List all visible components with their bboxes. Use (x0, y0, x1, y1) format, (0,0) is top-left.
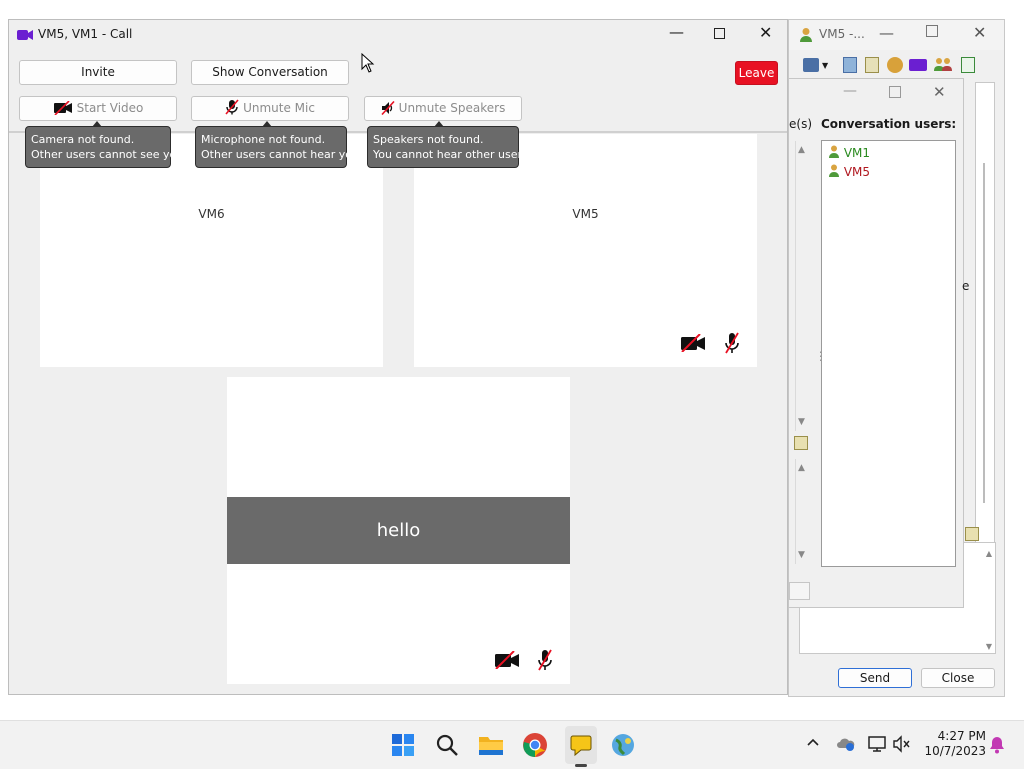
partial-button[interactable] (789, 582, 810, 600)
send-button[interactable]: Send (838, 668, 912, 688)
video-off-icon (680, 333, 706, 355)
edit-icon[interactable] (794, 436, 808, 450)
clock[interactable]: 4:27 PM 10/7/2023 (920, 729, 986, 759)
scroll-up-icon[interactable]: ▲ (986, 549, 992, 558)
mouse-cursor-icon (361, 52, 375, 76)
video-tile-vm5: VM5 (414, 134, 757, 367)
maximize-icon[interactable] (889, 86, 901, 98)
speaker-off-icon (381, 100, 395, 116)
overlay-message: hello (227, 497, 570, 564)
windows-start-icon[interactable] (389, 731, 417, 759)
scroll-down-icon[interactable]: ▼ (986, 642, 992, 651)
mic-tooltip: Microphone not found. Other users cannot… (195, 121, 363, 168)
close-icon[interactable]: ✕ (759, 23, 772, 42)
video-camera-icon (17, 29, 33, 44)
taskbar: 4:27 PM 10/7/2023 (0, 720, 1024, 769)
add-contact-icon[interactable] (865, 57, 879, 73)
close-button[interactable]: Close (921, 668, 995, 688)
clock-date: 10/7/2023 (924, 744, 986, 758)
notification-bell-icon[interactable] (989, 736, 1005, 757)
onedrive-icon[interactable] (836, 736, 856, 755)
window-title: VM5, VM1 - Call (38, 27, 133, 41)
scroll-up-icon[interactable]: ▲ (798, 145, 805, 155)
unmute-speakers-label: Unmute Speakers (398, 101, 506, 115)
mic-off-icon (225, 99, 239, 115)
conversation-users-header: Conversation users: (821, 117, 957, 131)
partial-label: e(s) (789, 117, 812, 131)
maximize-icon[interactable] (714, 28, 725, 39)
speaker-muted-icon[interactable] (893, 735, 911, 756)
user-icon (829, 145, 839, 158)
left-scrollbar[interactable]: ▲ ▼ (795, 141, 811, 431)
start-video-label: Start Video (76, 101, 144, 115)
active-app-indicator (575, 764, 587, 767)
messenger-title: VM5 -... (819, 27, 865, 41)
minimize-icon[interactable]: — (879, 24, 894, 42)
monitor-icon[interactable] (868, 735, 886, 756)
close-icon[interactable]: ✕ (973, 23, 986, 42)
maximize-icon[interactable] (926, 25, 938, 37)
video-tile-vm6: VM6 (40, 134, 383, 367)
chevron-down-icon[interactable]: ▼ (822, 61, 828, 70)
tooltip-line: You cannot hear other users. (373, 148, 532, 161)
minimize-icon[interactable]: — (669, 23, 684, 41)
user-icon (799, 27, 813, 46)
settings-icon[interactable] (887, 57, 903, 73)
tooltip-line: Microphone not found. (201, 133, 326, 146)
video-off-icon (494, 650, 520, 672)
tile-participant-name: VM5 (572, 207, 599, 221)
leave-button[interactable]: Leave (735, 61, 778, 85)
camera-tooltip: Camera not found. Other users cannot see… (25, 121, 187, 168)
search-icon[interactable] (433, 731, 461, 759)
network-globe-icon[interactable] (609, 731, 637, 759)
left-scrollbar-lower[interactable]: ▲ ▼ (795, 459, 811, 564)
chevron-up-icon[interactable] (806, 735, 820, 753)
messenger-app-icon[interactable] (565, 726, 597, 764)
unmute-speakers-button[interactable]: Unmute Speakers (364, 96, 522, 121)
status-icon[interactable] (803, 58, 819, 72)
scrollbar-thumb[interactable] (983, 163, 985, 503)
minimize-icon[interactable]: — (843, 83, 857, 99)
tile-participant-name: VM6 (198, 207, 225, 221)
mic-off-icon (724, 332, 740, 357)
chrome-icon[interactable] (521, 731, 549, 759)
show-conversation-button[interactable]: Show Conversation (191, 60, 349, 85)
tooltip-line: Other users cannot see you. (31, 148, 187, 161)
mic-off-icon (537, 649, 553, 674)
speakers-tooltip: Speakers not found. You cannot hear othe… (367, 121, 532, 168)
user-name: VM1 (843, 146, 871, 160)
user-name: VM5 (843, 165, 871, 179)
conversation-users-window: — ✕ e(s) ▲ ▼ ⋮ ▲ ▼ Conversation users: V… (788, 78, 964, 608)
tooltip-line: Other users cannot hear you. (201, 148, 363, 161)
close-icon[interactable]: ✕ (933, 83, 946, 101)
user-icon (829, 164, 839, 177)
video-call-icon[interactable] (909, 59, 927, 71)
conversation-users-list: VM1 VM5 (821, 140, 956, 567)
tooltip-line: Camera not found. (31, 133, 135, 146)
exit-icon[interactable] (961, 57, 975, 73)
video-tile-self: hello (227, 377, 570, 684)
scroll-down-icon[interactable]: ▼ (798, 417, 805, 427)
video-off-icon (53, 100, 72, 116)
edit-icon[interactable] (965, 527, 979, 541)
unmute-mic-label: Unmute Mic (243, 101, 315, 115)
scroll-up-icon[interactable]: ▲ (798, 463, 805, 473)
start-video-button[interactable]: Start Video (19, 96, 177, 121)
partial-label: e (962, 279, 970, 293)
scroll-down-icon[interactable]: ▼ (798, 550, 805, 560)
file-explorer-icon[interactable] (477, 731, 505, 759)
messenger-toolbar: ▼ (803, 57, 1003, 75)
call-window: VM5, VM1 - Call — ✕ Invite Show Conversa… (8, 19, 788, 695)
list-item[interactable]: VM1 (828, 145, 870, 160)
contacts-icon[interactable] (843, 57, 857, 73)
list-item[interactable]: VM5 (828, 164, 870, 179)
tooltip-line: Speakers not found. (373, 133, 484, 146)
invite-button[interactable]: Invite (19, 60, 177, 85)
messenger-titlebar: VM5 -... — ✕ (789, 20, 1004, 50)
unmute-mic-button[interactable]: Unmute Mic (191, 96, 349, 121)
clock-time: 4:27 PM (937, 729, 986, 743)
group-users-icon[interactable] (933, 57, 953, 73)
